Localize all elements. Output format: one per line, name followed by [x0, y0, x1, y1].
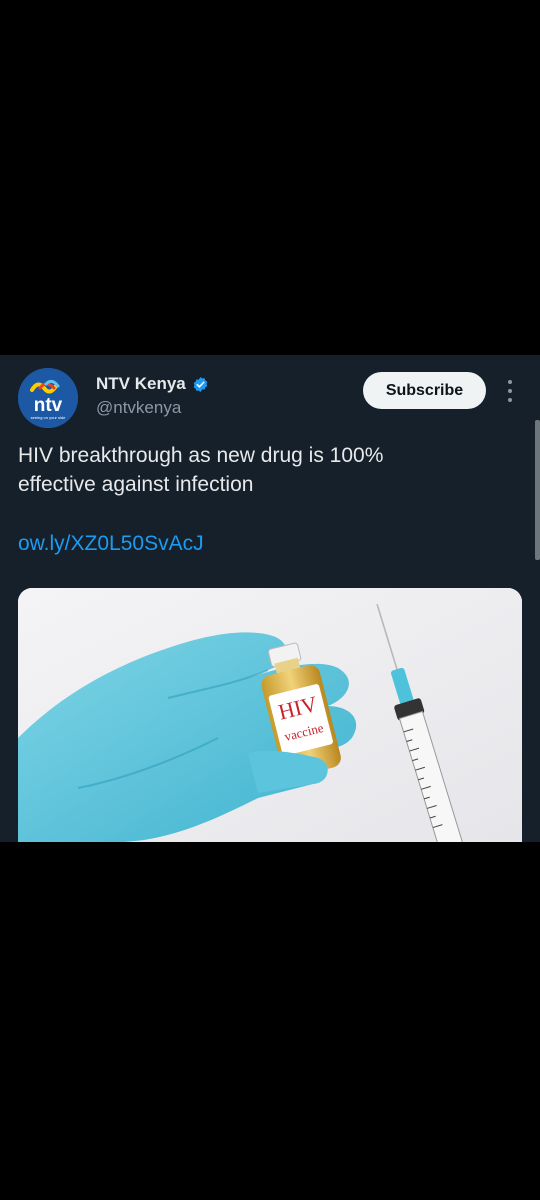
vaccine-photo: HIV vaccine	[18, 588, 522, 842]
tweet-media-image[interactable]: HIV vaccine	[18, 588, 522, 842]
verified-badge-icon	[193, 376, 207, 392]
scrollbar[interactable]	[535, 420, 540, 560]
author-row: NTV Kenya	[96, 374, 209, 394]
display-name[interactable]: NTV Kenya	[96, 374, 186, 394]
author-handle[interactable]: @ntvkenya	[96, 398, 181, 418]
tweet-link[interactable]: ow.ly/XZ0L50SvAcJ	[18, 532, 204, 556]
tweet-text-line-2: effective against infection	[18, 473, 254, 496]
tweet-text: HIV breakthrough as new drug is 100% eff…	[18, 441, 488, 499]
subscribe-button[interactable]: Subscribe	[363, 372, 486, 409]
ntv-logo-icon: ntv seeing on your side	[18, 368, 78, 428]
tweet-card[interactable]: ntv seeing on your side NTV Kenya @ntvke…	[0, 355, 540, 842]
tweet-text-line-1: HIV breakthrough as new drug is 100%	[18, 444, 384, 467]
more-options-icon[interactable]	[501, 377, 519, 405]
avatar[interactable]: ntv seeing on your side	[18, 368, 78, 428]
logo-tagline: seeing on your side	[31, 415, 66, 420]
logo-text: ntv	[34, 395, 63, 416]
